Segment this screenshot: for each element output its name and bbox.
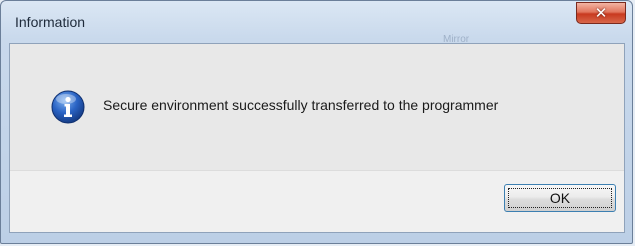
info-icon <box>51 90 85 124</box>
close-icon: ✕ <box>594 3 608 22</box>
ok-button[interactable]: OK <box>504 184 616 212</box>
title-bar[interactable]: Information Mirror ✕ <box>1 1 632 45</box>
window-title: Information <box>15 14 86 30</box>
dialog-message: Secure environment successfully transfer… <box>103 97 499 113</box>
close-button[interactable]: ✕ <box>576 2 626 24</box>
dialog-window: Information Mirror ✕ Secure environment … <box>0 0 633 244</box>
dialog-client-area: Secure environment successfully transfer… <box>9 43 625 233</box>
focus-rectangle <box>508 188 612 208</box>
message-area: Secure environment successfully transfer… <box>10 44 624 171</box>
